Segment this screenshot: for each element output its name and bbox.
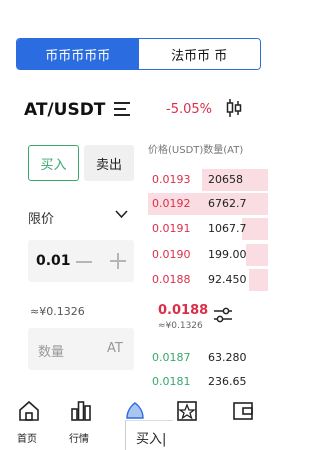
ask-amount: 199.00: [208, 248, 247, 261]
price-value[interactable]: 0.01: [36, 253, 71, 269]
bar-chart-icon: [71, 401, 91, 421]
bid-price: 0.0181: [152, 375, 191, 388]
orderbook-ask-row[interactable]: 0.0190 199.00: [148, 244, 268, 266]
ask-price: 0.0191: [152, 222, 191, 235]
candlestick-chart-icon[interactable]: [226, 98, 242, 118]
orderbook-bid-row[interactable]: 0.0181 236.65: [148, 371, 268, 393]
pair-menu-icon[interactable]: [114, 102, 130, 116]
price-decrement-icon[interactable]: [76, 261, 92, 263]
ask-price: 0.0190: [152, 248, 191, 261]
price-increment-icon-stem[interactable]: [117, 253, 119, 269]
orderbook-ask-row[interactable]: 0.0188 92.450: [148, 269, 268, 291]
sell-tab-button[interactable]: 卖出: [84, 145, 134, 181]
price-change: -5.05%: [166, 102, 212, 117]
nav-market[interactable]: 行情: [57, 394, 105, 450]
ask-amount: 1067.7: [208, 222, 247, 235]
pair-symbol[interactable]: AT/USDT: [24, 100, 105, 120]
ask-depth-bar: [248, 269, 268, 291]
ask-amount: 6762.7: [208, 197, 247, 210]
chevron-down-icon[interactable]: [115, 210, 128, 219]
ask-price: 0.0192: [152, 197, 191, 210]
home-icon: [19, 400, 39, 421]
ask-depth-bar: [246, 244, 268, 266]
nav-home[interactable]: 首页: [5, 394, 53, 450]
orderbook-ask-row[interactable]: 0.0192 6762.7: [148, 193, 268, 215]
nav-wallet[interactable]: [219, 394, 267, 450]
bid-amount: 236.65: [208, 375, 247, 388]
star-box-icon: [177, 401, 197, 421]
orderbook-bid-row[interactable]: 0.0187 63.280: [148, 347, 268, 369]
price-cny-estimate: ≈¥0.1326: [30, 305, 85, 318]
amount-placeholder[interactable]: 数量: [38, 341, 64, 360]
ask-price: 0.0188: [152, 273, 191, 286]
last-price-cny: ≈¥0.1326: [158, 321, 203, 331]
ask-amount: 20658: [208, 173, 243, 186]
depth-settings-icon[interactable]: [213, 306, 233, 324]
ask-price: 0.0193: [152, 173, 191, 186]
orderbook-ask-row[interactable]: 0.0193 20658: [148, 169, 268, 191]
orderbook-ask-row[interactable]: 0.0191 1067.7: [148, 218, 268, 240]
orderbook-header: 价格(USDT)数量(AT): [148, 145, 244, 156]
bid-price: 0.0187: [152, 351, 191, 364]
nav-trade-label[interactable]: 买入|: [136, 428, 166, 447]
nav-home-label: 首页: [17, 434, 37, 445]
trade-icon: [126, 402, 144, 419]
bid-amount: 63.280: [208, 351, 247, 364]
amount-unit: AT: [107, 341, 123, 356]
ask-amount: 92.450: [208, 273, 247, 286]
tab-coin[interactable]: 币币币币币: [17, 39, 139, 69]
order-type-label[interactable]: 限价: [28, 208, 54, 227]
last-price: 0.0188: [158, 303, 209, 318]
buy-tab-button[interactable]: 买入: [28, 145, 79, 181]
market-type-tabs: 币币币币币 法币币 币: [16, 38, 261, 70]
wallet-icon: [233, 402, 253, 420]
tab-fiat[interactable]: 法币币 币: [138, 39, 260, 69]
nav-market-label: 行情: [69, 434, 89, 445]
